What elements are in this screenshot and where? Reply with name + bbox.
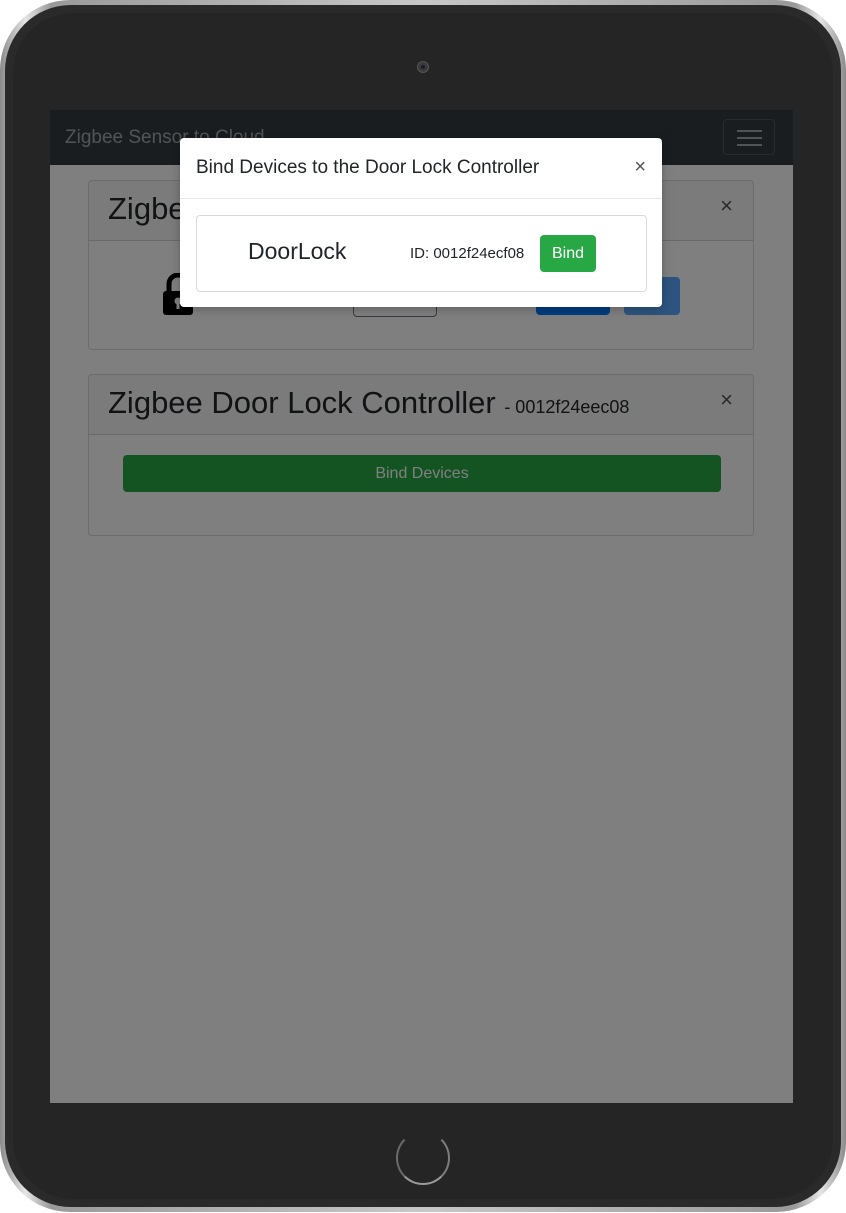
device-name: DoorLock xyxy=(248,238,347,264)
device-list-item: DoorLock ID: 0012f24ecf08 Bind xyxy=(196,215,647,292)
bind-button[interactable]: Bind xyxy=(540,235,596,272)
bind-devices-modal: Bind Devices to the Door Lock Controller… xyxy=(180,138,662,307)
camera-icon xyxy=(417,61,429,73)
screen: Zigbee Sensor to Cloud Zigbee Door Lock … xyxy=(50,110,793,1103)
close-icon[interactable]: × xyxy=(634,157,646,177)
modal-title: Bind Devices to the Door Lock Controller xyxy=(196,157,540,178)
home-button[interactable] xyxy=(396,1131,450,1185)
modal-header: Bind Devices to the Door Lock Controller… xyxy=(180,138,662,199)
device-id: ID: 0012f24ecf08 xyxy=(410,245,525,262)
